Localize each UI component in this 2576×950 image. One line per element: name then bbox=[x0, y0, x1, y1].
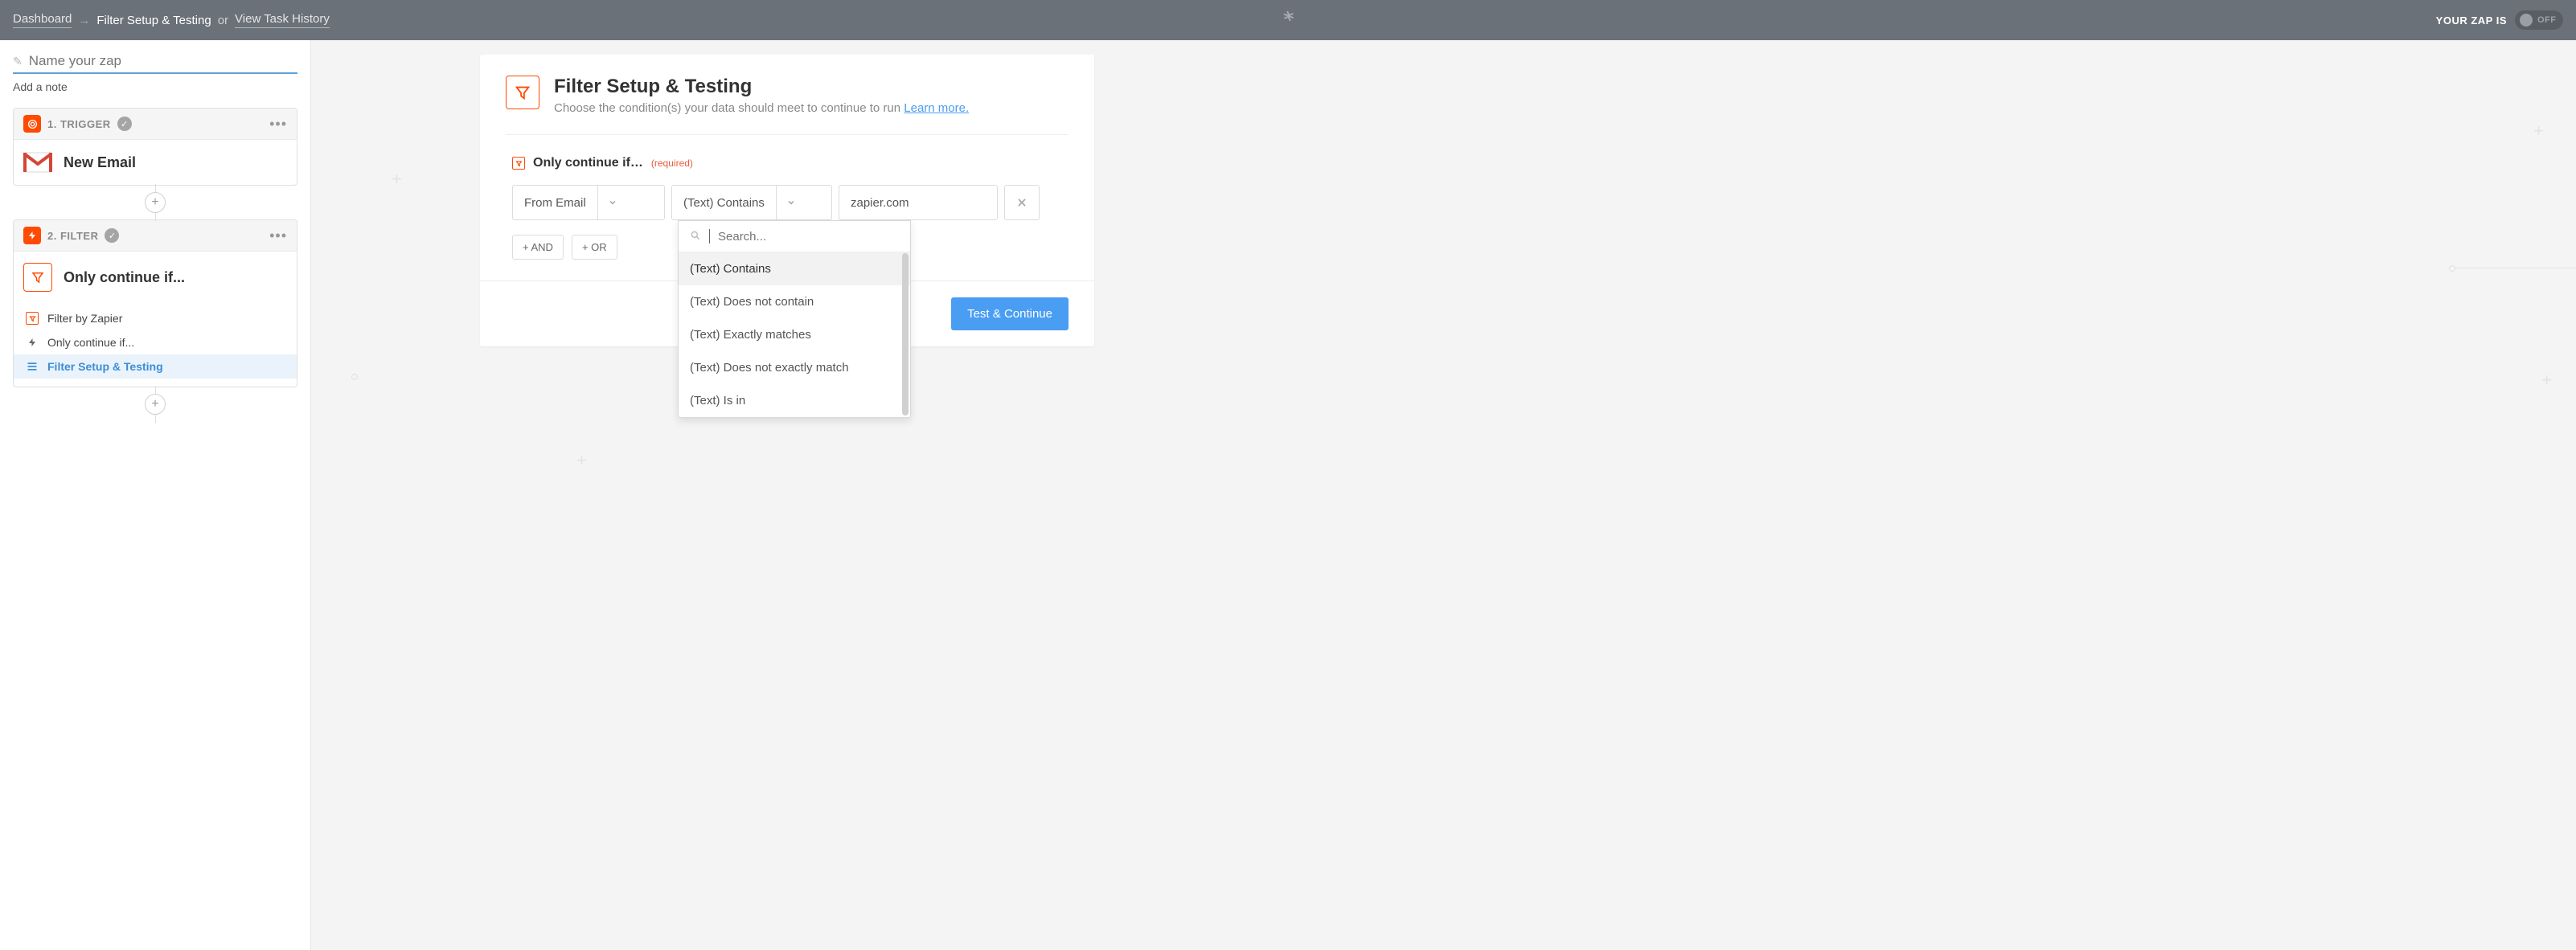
toggle-knob bbox=[2520, 14, 2533, 27]
gmail-icon bbox=[23, 151, 52, 174]
bg-dot-icon bbox=[351, 374, 358, 380]
condition-value: (Text) Contains bbox=[672, 186, 776, 219]
panel-header: Filter Setup & Testing Choose the condit… bbox=[480, 55, 1094, 128]
panel-subtitle: Choose the condition(s) your data should… bbox=[554, 101, 969, 115]
substep-label: Only continue if... bbox=[47, 336, 134, 349]
zap-name-field[interactable]: ✎ bbox=[13, 53, 297, 74]
step-trigger-body: New Email bbox=[14, 140, 297, 185]
dropdown-option[interactable]: (Text) Does not contain bbox=[679, 285, 910, 318]
bg-plus-icon: + bbox=[392, 169, 402, 190]
substep-filter-by-zapier[interactable]: Filter by Zapier bbox=[14, 306, 297, 330]
condition-title: Only continue if… bbox=[533, 156, 643, 170]
condition-header: Only continue if… (required) bbox=[512, 156, 1062, 170]
remove-condition-button[interactable] bbox=[1004, 185, 1040, 220]
learn-more-link[interactable]: Learn more. bbox=[904, 101, 969, 115]
chevron-down-icon bbox=[597, 186, 628, 219]
zap-status: YOUR ZAP IS OFF bbox=[2436, 10, 2563, 30]
filter-icon bbox=[506, 76, 539, 109]
step-filter-header: 2. FILTER ✓ ••• bbox=[14, 220, 297, 252]
dropdown-option[interactable]: (Text) Contains bbox=[679, 252, 910, 285]
filter-small-icon bbox=[25, 312, 39, 325]
condition-section: Only continue if… (required) From Email … bbox=[480, 135, 1094, 280]
list-icon bbox=[25, 362, 39, 371]
pencil-icon: ✎ bbox=[13, 55, 23, 68]
condition-select[interactable]: (Text) Contains bbox=[671, 185, 832, 220]
toggle-off-text: OFF bbox=[2537, 15, 2557, 25]
bg-plus-icon: + bbox=[576, 450, 587, 471]
dropdown-option[interactable]: (Text) Is in bbox=[679, 384, 910, 417]
add-note-link[interactable]: Add a note bbox=[13, 80, 297, 93]
filter-badge-icon bbox=[23, 227, 41, 244]
substep-filter-setup[interactable]: Filter Setup & Testing bbox=[14, 354, 297, 379]
step-trigger-card[interactable]: 1. TRIGGER ✓ ••• New Email bbox=[13, 108, 297, 186]
step-menu-button[interactable]: ••• bbox=[269, 227, 287, 244]
step-filter-body: Only continue if... bbox=[14, 252, 297, 303]
condition-row: From Email (Text) Contains bbox=[512, 185, 1062, 220]
required-label: (required) bbox=[651, 158, 693, 169]
step-connector: + bbox=[13, 387, 297, 421]
panel-title: Filter Setup & Testing bbox=[554, 76, 969, 98]
bg-dot-icon bbox=[2449, 265, 2455, 272]
condition-dropdown: (Text) Contains (Text) Does not contain … bbox=[678, 220, 911, 418]
breadcrumb-arrow-icon: → bbox=[78, 14, 90, 27]
step-filter-label: 2. FILTER bbox=[47, 230, 98, 242]
step-trigger-label: 1. TRIGGER bbox=[47, 118, 111, 130]
dropdown-option[interactable]: (Text) Does not exactly match bbox=[679, 351, 910, 384]
step-filter-title: Only continue if... bbox=[64, 269, 185, 286]
substep-only-continue[interactable]: Only continue if... bbox=[14, 330, 297, 354]
dropdown-search bbox=[679, 221, 910, 252]
bolt-icon bbox=[25, 338, 39, 347]
bg-plus-icon: + bbox=[2541, 370, 2552, 391]
step-trigger-header: 1. TRIGGER ✓ ••• bbox=[14, 109, 297, 140]
field-select[interactable]: From Email bbox=[512, 185, 665, 220]
canvas: + + + + Filter Setup & Testing Choose th… bbox=[311, 40, 2576, 950]
add-step-button[interactable]: + bbox=[145, 192, 166, 213]
scrollbar[interactable] bbox=[902, 253, 909, 416]
sidebar: ✎ Add a note 1. TRIGGER ✓ ••• New Email … bbox=[0, 40, 311, 950]
breadcrumb-dashboard[interactable]: Dashboard bbox=[13, 12, 72, 28]
step-connector: + bbox=[13, 186, 297, 219]
breadcrumb-current: Filter Setup & Testing bbox=[96, 14, 211, 27]
text-cursor bbox=[709, 229, 710, 244]
field-value: From Email bbox=[513, 186, 597, 219]
dropdown-option[interactable]: (Text) Exactly matches bbox=[679, 318, 910, 351]
zap-toggle[interactable]: OFF bbox=[2515, 10, 2563, 30]
step-filter-card[interactable]: 2. FILTER ✓ ••• Only continue if... Filt… bbox=[13, 219, 297, 387]
zapier-logo-icon bbox=[1279, 9, 1297, 31]
filter-substeps: Filter by Zapier Only continue if... Fil… bbox=[14, 303, 297, 387]
filter-small-icon bbox=[512, 157, 525, 170]
breadcrumb-or: or bbox=[218, 14, 228, 27]
test-continue-button[interactable]: Test & Continue bbox=[951, 297, 1069, 330]
trigger-badge-icon bbox=[23, 115, 41, 133]
chevron-down-icon bbox=[776, 186, 806, 219]
substep-label: Filter Setup & Testing bbox=[47, 360, 163, 373]
breadcrumb-history[interactable]: View Task History bbox=[235, 12, 330, 28]
bg-plus-icon: + bbox=[2533, 121, 2544, 141]
or-button[interactable]: + OR bbox=[572, 235, 617, 260]
add-step-button[interactable]: + bbox=[145, 394, 166, 415]
step-trigger-title: New Email bbox=[64, 154, 136, 171]
value-input[interactable] bbox=[839, 185, 998, 220]
and-button[interactable]: + AND bbox=[512, 235, 564, 260]
topbar: Dashboard → Filter Setup & Testing or Vi… bbox=[0, 0, 2576, 40]
breadcrumb: Dashboard → Filter Setup & Testing or Vi… bbox=[13, 12, 330, 28]
panel-subtitle-text: Choose the condition(s) your data should… bbox=[554, 101, 904, 115]
filter-icon bbox=[23, 263, 52, 292]
zap-status-label: YOUR ZAP IS bbox=[2436, 14, 2507, 27]
check-icon: ✓ bbox=[117, 117, 132, 131]
filter-panel: Filter Setup & Testing Choose the condit… bbox=[480, 55, 1094, 346]
dropdown-search-input[interactable] bbox=[718, 230, 899, 244]
search-icon bbox=[690, 230, 701, 244]
check-icon: ✓ bbox=[105, 228, 119, 243]
step-menu-button[interactable]: ••• bbox=[269, 116, 287, 133]
zap-name-input[interactable] bbox=[29, 53, 297, 69]
substep-label: Filter by Zapier bbox=[47, 312, 122, 325]
